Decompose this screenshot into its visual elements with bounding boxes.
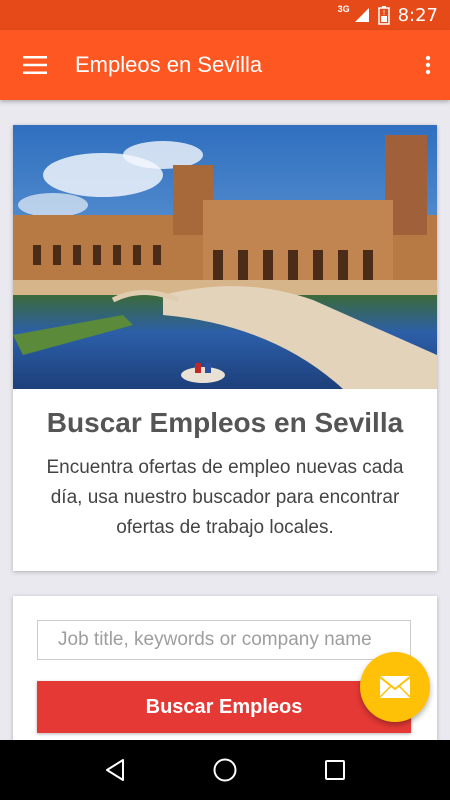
app-title: Empleos en Sevilla xyxy=(75,52,263,77)
hero-card: Buscar Empleos en Sevilla Encuentra ofer… xyxy=(13,125,437,571)
battery-icon: ! xyxy=(377,6,390,25)
app-bar: Empleos en Sevilla xyxy=(0,30,450,100)
svg-text:!: ! xyxy=(382,9,385,17)
back-icon[interactable] xyxy=(95,750,135,790)
sevilla-plaza-image xyxy=(13,125,437,389)
status-bar: 3G ! 8:27 xyxy=(0,0,450,30)
hero-title: Buscar Empleos en Sevilla xyxy=(46,407,404,438)
hero-description: Encuentra ofertas de empleo nuevas cada … xyxy=(46,457,404,538)
clock: 8:27 xyxy=(397,4,438,26)
hamburger-menu-icon[interactable] xyxy=(0,30,70,100)
recents-icon[interactable] xyxy=(315,750,355,790)
search-input[interactable] xyxy=(37,620,411,660)
signal-icon xyxy=(354,8,369,22)
network-type: 3G xyxy=(337,4,350,14)
search-button[interactable]: Buscar Empleos xyxy=(37,681,411,733)
navigation-bar xyxy=(0,740,450,800)
mail-icon xyxy=(379,676,411,698)
more-vert-icon[interactable] xyxy=(406,30,450,100)
main-content[interactable]: Buscar Empleos en Sevilla Encuentra ofer… xyxy=(0,100,450,740)
mail-fab-button[interactable] xyxy=(360,652,430,722)
home-icon[interactable] xyxy=(205,750,245,790)
